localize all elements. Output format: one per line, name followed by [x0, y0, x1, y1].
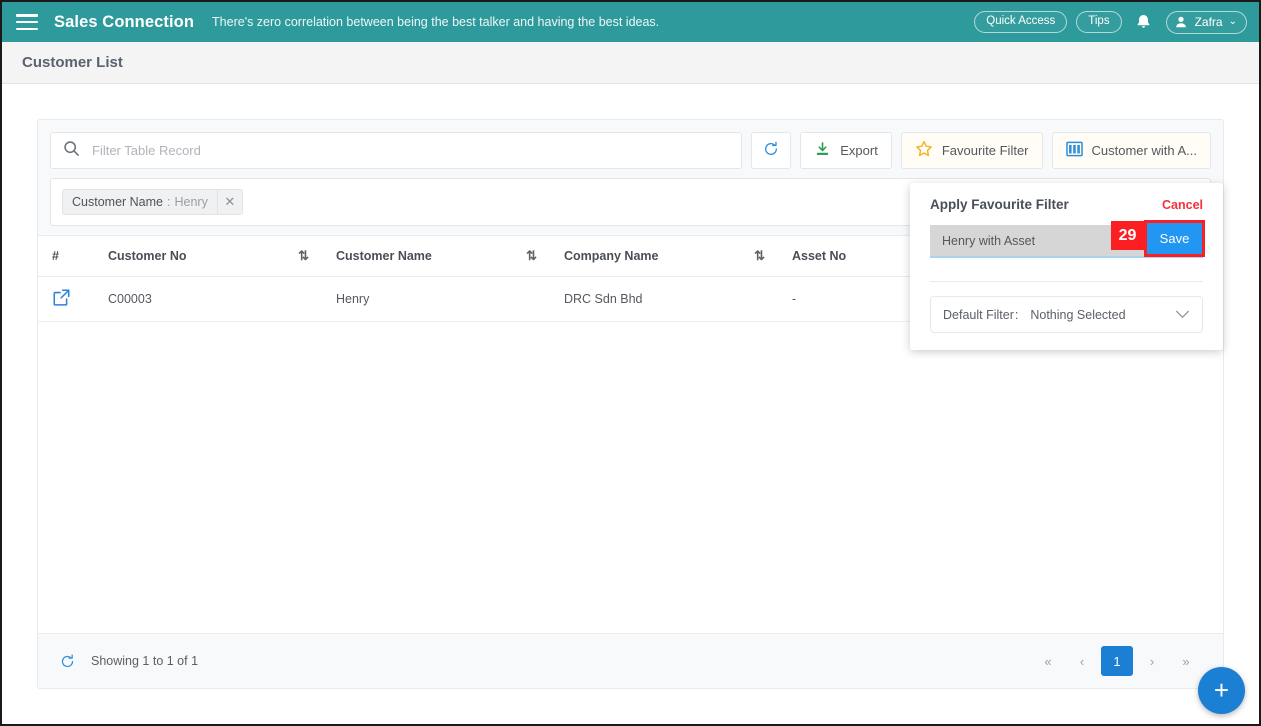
- default-filter-colon: :: [1014, 307, 1019, 322]
- search-icon: [63, 140, 80, 162]
- quick-access-button[interactable]: Quick Access: [974, 11, 1068, 33]
- column-header-asset-no-label: Asset No: [792, 249, 847, 263]
- bell-icon[interactable]: [1133, 11, 1155, 33]
- cell-customer-name: Henry: [322, 276, 550, 322]
- column-header-company-name-label: Company Name: [564, 249, 659, 263]
- sort-updown-icon[interactable]: ⇅: [754, 248, 765, 264]
- export-button[interactable]: Export: [800, 132, 892, 169]
- default-filter-label: Default Filter: [943, 307, 1014, 322]
- pagination-summary: Showing 1 to 1 of 1: [91, 654, 199, 668]
- app-window: Sales Connection There's zero correlatio…: [0, 0, 1261, 726]
- save-button-highlight: Save: [1144, 220, 1205, 257]
- filter-name-row: 29 Save: [930, 220, 1205, 258]
- pagination-last[interactable]: »: [1171, 647, 1201, 676]
- pagination-page-1[interactable]: 1: [1101, 646, 1133, 676]
- default-filter-dropdown[interactable]: Default Filter : Nothing Selected: [930, 296, 1203, 333]
- top-navigation-bar: Sales Connection There's zero correlatio…: [2, 2, 1259, 42]
- filter-chip-key: Customer Name: [72, 195, 163, 209]
- popover-title: Apply Favourite Filter: [930, 197, 1069, 212]
- cancel-button[interactable]: Cancel: [1162, 198, 1203, 212]
- popover-divider: [930, 281, 1203, 282]
- favourite-filter-popover: Apply Favourite Filter Cancel 29 Save De…: [910, 183, 1223, 350]
- page-title: Customer List: [22, 54, 123, 71]
- pagination-first[interactable]: «: [1033, 647, 1063, 676]
- plus-icon: +: [1213, 674, 1230, 705]
- star-icon: [915, 140, 933, 161]
- topbar-actions: Quick Access Tips Zafra ⌄: [974, 10, 1247, 34]
- column-header-customer-name-label: Customer Name: [336, 249, 432, 263]
- annotation-badge-29: 29: [1111, 221, 1144, 250]
- save-button[interactable]: Save: [1147, 223, 1202, 254]
- app-brand-title: Sales Connection: [54, 12, 195, 31]
- column-header-customer-no-label: Customer No: [108, 249, 187, 263]
- favourite-filter-button[interactable]: Favourite Filter: [900, 132, 1043, 169]
- column-header-customer-no: Customer No ⇅: [94, 235, 322, 277]
- table-footer: Showing 1 to 1 of 1 « ‹ 1 › »: [38, 633, 1223, 688]
- tips-button[interactable]: Tips: [1076, 11, 1122, 33]
- open-in-new-icon[interactable]: [52, 288, 71, 307]
- filter-chip-text: Customer Name : Henry: [63, 190, 217, 214]
- user-menu[interactable]: Zafra ⌄: [1165, 10, 1247, 34]
- close-icon[interactable]: ✕: [216, 190, 242, 214]
- row-action-cell: [38, 276, 94, 322]
- refresh-icon[interactable]: [60, 654, 75, 669]
- refresh-icon: [763, 141, 779, 160]
- popover-header: Apply Favourite Filter Cancel: [930, 197, 1203, 212]
- table-toolbar: Export Favourite Filter: [38, 120, 1223, 169]
- refresh-table-button[interactable]: [751, 132, 792, 169]
- pagination: « ‹ 1 › »: [1033, 646, 1201, 676]
- sort-updown-icon[interactable]: ⇅: [526, 248, 537, 264]
- search-container: [50, 132, 743, 169]
- columns-icon: [1065, 141, 1083, 160]
- export-button-label: Export: [840, 143, 878, 158]
- app-tagline: There's zero correlation between being t…: [212, 15, 660, 29]
- search-input[interactable]: [90, 142, 730, 159]
- add-record-fab[interactable]: +: [1198, 667, 1245, 714]
- chevron-down-icon: [1175, 307, 1190, 322]
- user-name-label: Zafra: [1194, 14, 1223, 29]
- column-header-index-label: #: [52, 249, 59, 263]
- column-selector-button-label: Customer with A...: [1091, 143, 1197, 158]
- sort-updown-icon[interactable]: ⇅: [298, 248, 309, 264]
- favourite-filter-button-label: Favourite Filter: [941, 143, 1029, 158]
- pagination-next[interactable]: ›: [1137, 647, 1167, 676]
- column-header-index: #: [38, 235, 94, 277]
- column-selector-button[interactable]: Customer with A...: [1051, 132, 1211, 169]
- filter-chip[interactable]: Customer Name : Henry ✕: [62, 189, 243, 215]
- cell-customer-no: C00003: [94, 276, 322, 322]
- chevron-down-icon: ⌄: [1228, 15, 1237, 27]
- filter-chip-value: Henry: [174, 195, 208, 209]
- column-header-company-name: Company Name ⇅: [550, 235, 778, 277]
- page-content: Export Favourite Filter: [2, 84, 1259, 724]
- download-icon: [814, 141, 831, 161]
- filter-chip-separator: :: [167, 195, 171, 209]
- default-filter-value: Nothing Selected: [1030, 307, 1126, 322]
- page-header: Customer List: [2, 42, 1259, 84]
- avatar: [1173, 14, 1189, 30]
- pagination-prev[interactable]: ‹: [1067, 647, 1097, 676]
- hamburger-menu-icon[interactable]: [16, 14, 38, 30]
- column-header-customer-name: Customer Name ⇅: [322, 235, 550, 277]
- cell-company-name: DRC Sdn Bhd: [550, 276, 778, 322]
